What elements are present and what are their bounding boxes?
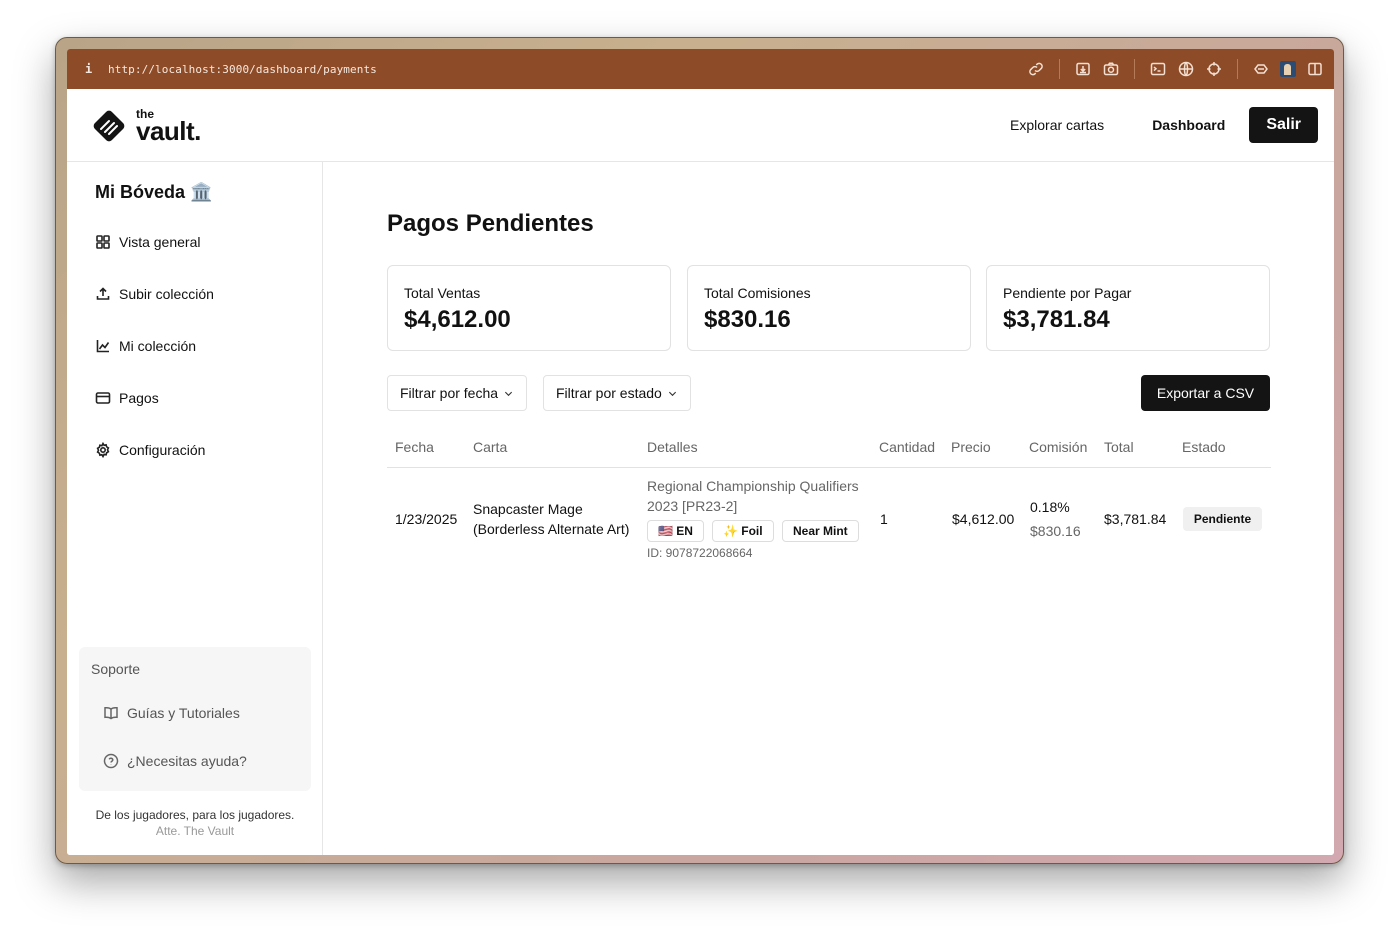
crosshair-icon[interactable]: [1205, 60, 1223, 78]
page-title: Pagos Pendientes: [387, 210, 594, 237]
cell-set-code: 2023 [PR23-2]: [647, 498, 738, 514]
support-panel: Soporte Guías y Tutoriales ¿Necesitas ay…: [79, 647, 311, 791]
sidebar-item-vista-general[interactable]: Vista general: [95, 234, 200, 250]
sidebar-title: Mi Bóveda 🏛️: [95, 182, 213, 202]
support-title: Soporte: [91, 661, 141, 677]
support-item-label: ¿Necesitas ayuda?: [127, 753, 247, 769]
cell-card-id: ID: 9078722068664: [647, 546, 753, 560]
column-header-precio[interactable]: Precio: [951, 439, 991, 455]
sidebar-item-label: Pagos: [119, 390, 159, 406]
chevron-down-icon: [668, 391, 676, 396]
filter-status-dropdown[interactable]: Filtrar por estado: [543, 375, 691, 411]
main-content: Pagos Pendientes Total Ventas $4,612.00 …: [324, 162, 1334, 855]
cell-carta-name: Snapcaster Mage: [473, 501, 583, 517]
cell-comision-pct: 0.18%: [1030, 499, 1070, 515]
cell-cantidad: 1: [880, 511, 888, 527]
sidebar-icon[interactable]: [1306, 60, 1324, 78]
summary-card-pendiente: Pendiente por Pagar $3,781.84: [986, 265, 1270, 351]
url-bar: i http://localhost:3000/dashboard/paymen…: [67, 49, 1334, 89]
cell-total: $3,781.84: [1104, 511, 1167, 527]
support-item-help[interactable]: ¿Necesitas ayuda?: [103, 753, 247, 769]
filter-status-label: Filtrar por estado: [556, 385, 662, 401]
column-header-carta[interactable]: Carta: [473, 439, 507, 455]
browser-window: i http://localhost:3000/dashboard/paymen…: [55, 37, 1344, 864]
card-value: $830.16: [704, 306, 791, 333]
sidebar-item-label: Subir colección: [119, 286, 214, 302]
column-header-fecha[interactable]: Fecha: [395, 439, 434, 455]
cell-precio: $4,612.00: [952, 511, 1015, 527]
chevron-down-icon: [505, 391, 513, 396]
column-header-comision[interactable]: Comisión: [1029, 439, 1087, 455]
filter-date-label: Filtrar por fecha: [400, 385, 499, 401]
sidebar-item-label: Vista general: [119, 234, 201, 250]
summary-card-total-comisiones: Total Comisiones $830.16: [687, 265, 971, 351]
column-header-total[interactable]: Total: [1104, 439, 1134, 455]
column-header-detalles[interactable]: Detalles: [647, 439, 698, 455]
book-icon: [104, 706, 118, 720]
sidebar-item-pagos[interactable]: Pagos: [95, 390, 159, 406]
card-value: $3,781.84: [1003, 306, 1110, 333]
cell-comision-amount: $830.16: [1030, 523, 1081, 539]
cell-set-name: Regional Championship Qualifiers: [647, 478, 859, 494]
support-item-guides[interactable]: Guías y Tutoriales: [103, 705, 240, 721]
card-value: $4,612.00: [404, 306, 511, 333]
nav-dashboard-link[interactable]: Dashboard: [1152, 117, 1225, 133]
card-label: Total Comisiones: [704, 285, 811, 301]
logo[interactable]: the vault.: [90, 107, 201, 145]
sidebar-item-label: Configuración: [119, 442, 206, 458]
camera-icon[interactable]: [1102, 60, 1120, 78]
extensions-icon[interactable]: [1252, 60, 1270, 78]
globe-icon[interactable]: [1177, 60, 1195, 78]
nav-actions: Explorar cartas Dashboard Salir: [1010, 107, 1318, 143]
logout-button[interactable]: Salir: [1249, 107, 1318, 143]
column-header-cantidad[interactable]: Cantidad: [879, 439, 935, 455]
info-icon[interactable]: i: [85, 62, 99, 76]
cell-fecha: 1/23/2025: [395, 511, 458, 527]
toolbar-divider: [1059, 59, 1060, 79]
foil-badge: ✨ Foil: [712, 520, 774, 542]
sidebar-item-label: Mi colección: [119, 338, 197, 354]
condition-badge: Near Mint: [782, 520, 859, 542]
toolbar-divider: [1237, 59, 1238, 79]
logo-wordmark: the vault.: [136, 108, 201, 144]
card-label: Total Ventas: [404, 285, 481, 301]
download-icon[interactable]: [1074, 60, 1092, 78]
nav-explore-link[interactable]: Explorar cartas: [1010, 117, 1104, 133]
sidebar: Mi Bóveda 🏛️ Vista general Subir colecci…: [67, 162, 323, 855]
link-icon[interactable]: [1027, 60, 1045, 78]
summary-card-total-ventas: Total Ventas $4,612.00: [387, 265, 671, 351]
export-csv-button[interactable]: Exportar a CSV: [1141, 375, 1270, 411]
browser-viewport: i http://localhost:3000/dashboard/paymen…: [67, 49, 1334, 855]
logo-large-text: vault.: [136, 116, 201, 146]
status-badge: Pendiente: [1183, 507, 1262, 531]
footer-tagline: De los jugadores, para los jugadores.: [95, 808, 295, 822]
gear-icon: [96, 442, 110, 458]
support-item-label: Guías y Tutoriales: [127, 705, 240, 721]
chart-icon: [96, 340, 110, 353]
language-badge: 🇺🇸 EN: [647, 520, 704, 542]
url-text[interactable]: http://localhost:3000/dashboard/payments: [108, 63, 377, 76]
footer-signature: Atte. The Vault: [155, 824, 235, 838]
cell-carta-variant: (Borderless Alternate Art): [473, 521, 630, 537]
toolbar-divider: [1134, 59, 1135, 79]
column-header-estado[interactable]: Estado: [1182, 439, 1226, 455]
grid-icon: [96, 235, 110, 249]
top-navigation: the vault. Explorar cartas Dashboard Sal…: [67, 89, 1334, 162]
card-label: Pendiente por Pagar: [1003, 285, 1132, 301]
table-header: Fecha Carta Detalles Cantidad Precio Com…: [387, 428, 1271, 468]
profile-icon[interactable]: [1280, 61, 1296, 77]
help-circle-icon: [103, 753, 119, 769]
upload-icon: [96, 287, 110, 300]
filter-date-dropdown[interactable]: Filtrar por fecha: [387, 375, 527, 411]
terminal-icon[interactable]: [1149, 60, 1167, 78]
sidebar-item-configuracion[interactable]: Configuración: [95, 442, 205, 458]
credit-card-icon: [95, 392, 111, 404]
sidebar-item-subir-coleccion[interactable]: Subir colección: [95, 286, 214, 302]
sidebar-item-mi-coleccion[interactable]: Mi colección: [95, 338, 196, 354]
vault-logo-icon: [90, 107, 128, 145]
sidebar-footer: De los jugadores, para los jugadores. At…: [67, 807, 323, 839]
browser-toolbar: [1017, 49, 1324, 89]
